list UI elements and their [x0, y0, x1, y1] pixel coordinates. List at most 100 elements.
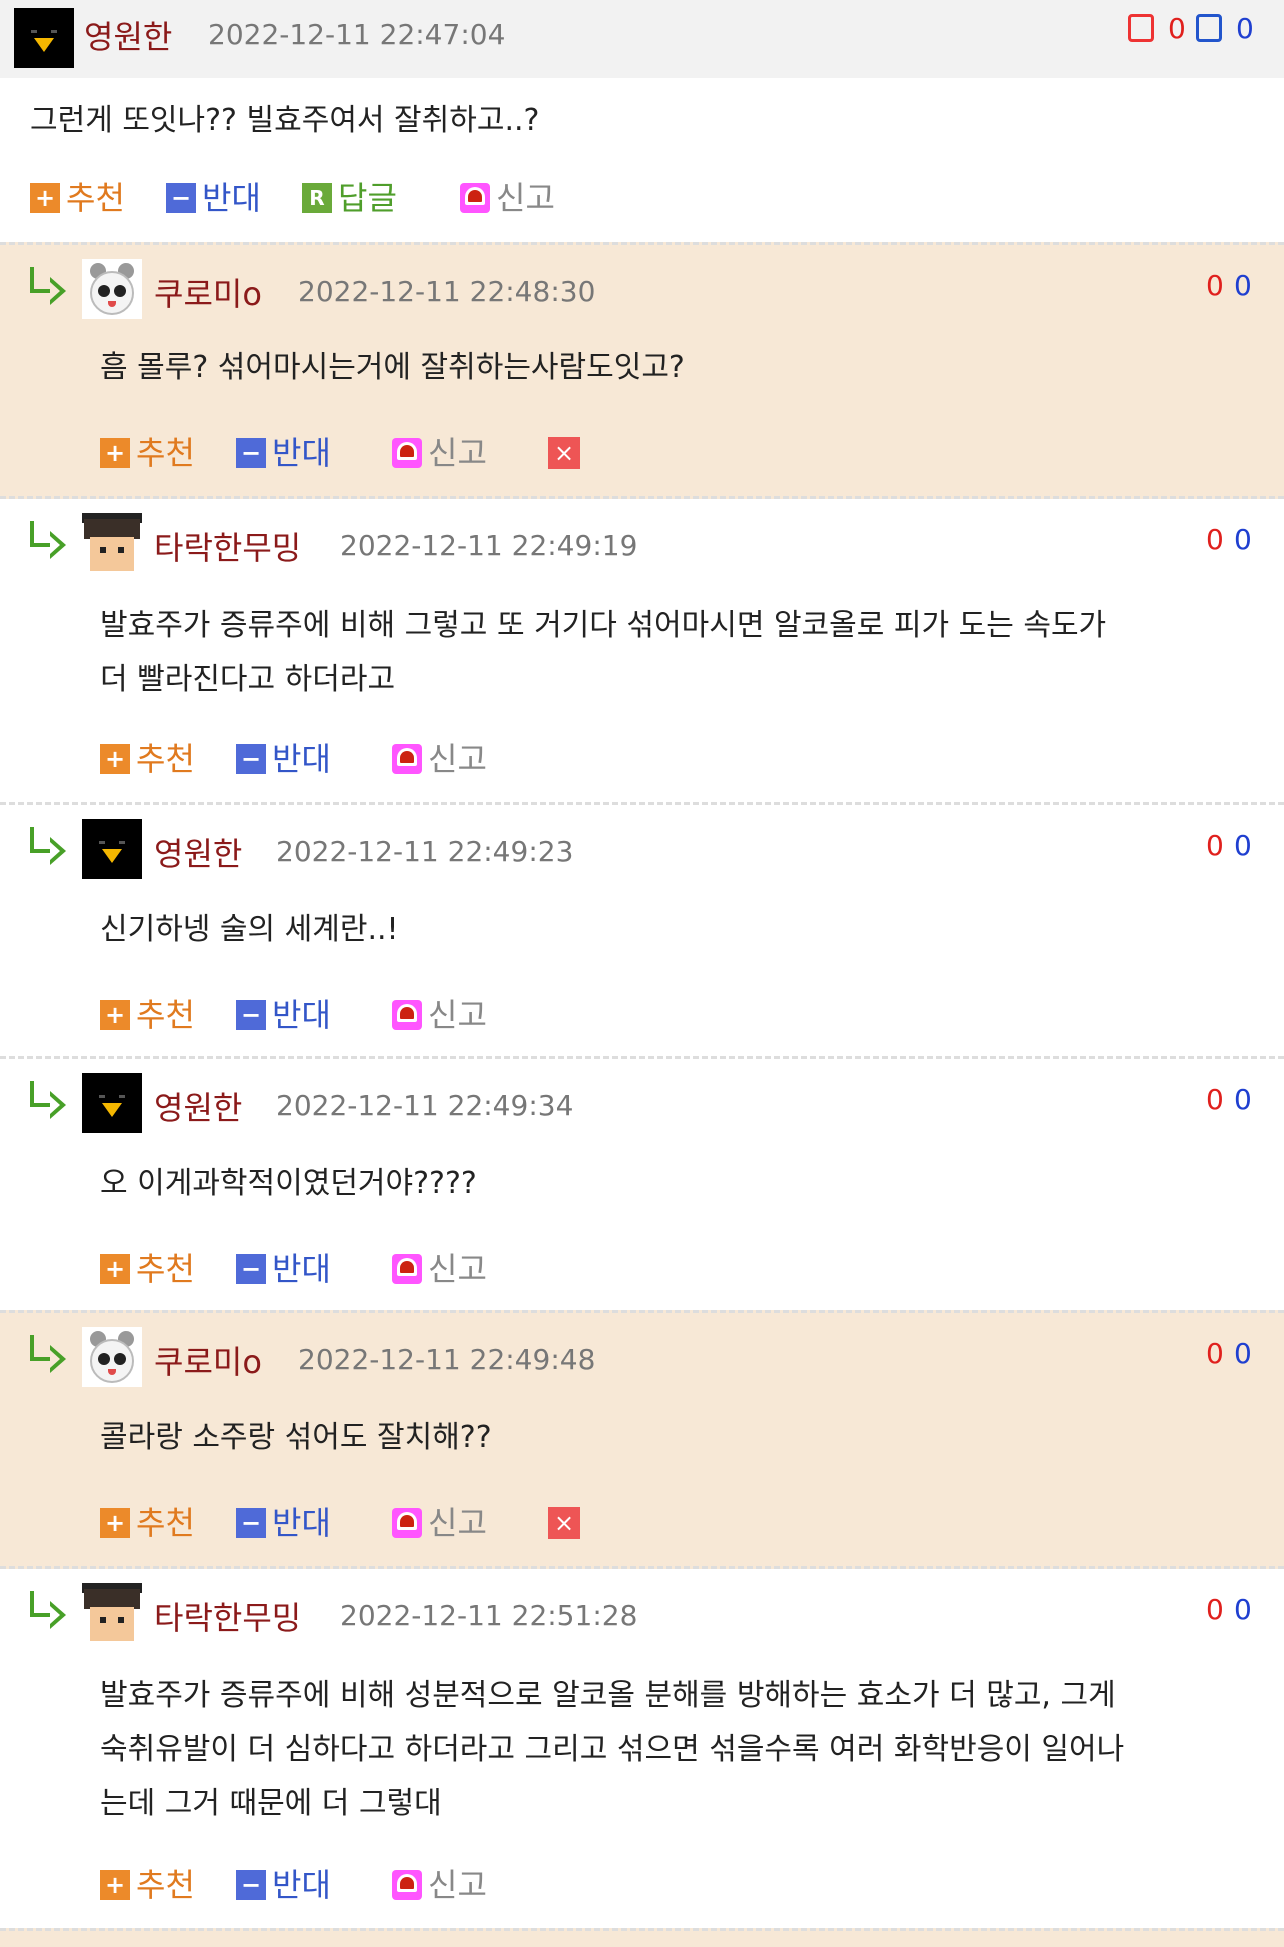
- oppose-button[interactable]: − 반대: [236, 1503, 331, 1543]
- oppose-button[interactable]: − 반대: [236, 739, 331, 779]
- plus-icon: +: [100, 1254, 130, 1284]
- upvote-count: 0: [1206, 269, 1224, 302]
- oppose-button[interactable]: − 반대: [236, 1865, 331, 1905]
- recommend-button[interactable]: + 추천: [30, 178, 125, 218]
- oppose-button[interactable]: − 반대: [236, 433, 331, 473]
- comment-header: 영원한 2022-12-11 22:47:04 0 0: [0, 0, 1284, 78]
- plus-icon: +: [100, 438, 130, 468]
- author-nickname[interactable]: 영원한: [84, 12, 172, 58]
- reply-icon: R: [302, 183, 332, 213]
- minus-icon: −: [236, 438, 266, 468]
- report-button[interactable]: 신고: [392, 1503, 487, 1543]
- reply-button[interactable]: R 답글: [302, 178, 397, 218]
- recommend-button[interactable]: + 추천: [100, 739, 195, 779]
- downvote-count: 0: [1234, 1337, 1252, 1370]
- upvote-count: 0: [1206, 1083, 1224, 1116]
- comment-text: 오 이게과학적이였던거야????: [100, 1166, 477, 1201]
- report-button[interactable]: 신고: [392, 433, 487, 473]
- avatar[interactable]: [82, 1073, 142, 1133]
- comment-date: 2022-12-11 22:49:23: [276, 835, 574, 868]
- minus-icon: −: [236, 744, 266, 774]
- downvote-count: 0: [1234, 269, 1252, 302]
- reply-item: 영원한 2022-12-11 22:49:34 0 0 오 이게과학적이였던거야…: [0, 1056, 1284, 1313]
- recommend-button[interactable]: + 추천: [100, 995, 195, 1035]
- comment-date: 2022-12-11 22:49:19: [340, 529, 638, 562]
- report-button[interactable]: 신고: [460, 178, 555, 218]
- author-nickname[interactable]: 영원한: [154, 1083, 242, 1129]
- delete-icon[interactable]: ×: [548, 1507, 580, 1539]
- oppose-button[interactable]: − 반대: [166, 178, 261, 218]
- reply-arrow-icon: [26, 827, 66, 865]
- report-button[interactable]: 신고: [392, 739, 487, 779]
- comment-text: 발효주가 증류주에 비해 성분적으로 알코올 분해를 방해하는 효소가 더 많고…: [100, 1678, 1125, 1821]
- comment-date: 2022-12-11 22:51:28: [340, 1599, 638, 1632]
- avatar[interactable]: [82, 1583, 142, 1643]
- report-button[interactable]: 신고: [392, 995, 487, 1035]
- plus-icon: +: [100, 744, 130, 774]
- downvote-count: 0: [1234, 1593, 1252, 1626]
- next-reply-edge: [0, 1928, 1284, 1947]
- thumbs-up-icon: [1128, 14, 1154, 42]
- reply-arrow-icon: [26, 267, 66, 305]
- minus-icon: −: [236, 1870, 266, 1900]
- minus-icon: −: [236, 1508, 266, 1538]
- avatar[interactable]: [82, 259, 142, 319]
- siren-icon: [392, 1508, 422, 1538]
- comment-text: 신기하넹 술의 세계란..!: [100, 912, 399, 947]
- minus-icon: −: [166, 183, 196, 213]
- avatar[interactable]: [82, 819, 142, 879]
- avatar[interactable]: [82, 1327, 142, 1387]
- comment-actions: + 추천 − 반대 신고 ×: [100, 1503, 600, 1543]
- author-nickname[interactable]: 쿠로미o: [154, 269, 262, 315]
- reply-item: 쿠로미o 2022-12-11 22:48:30 0 0 흠 몰루? 섞어마시는…: [0, 242, 1284, 499]
- comment-actions: + 추천 − 반대 신고: [100, 1865, 600, 1905]
- oppose-button[interactable]: − 반대: [236, 995, 331, 1035]
- oppose-button[interactable]: − 반대: [236, 1249, 331, 1289]
- plus-icon: +: [30, 183, 60, 213]
- author-nickname[interactable]: 쿠로미o: [154, 1337, 262, 1383]
- downvote-count: 0: [1234, 523, 1252, 556]
- recommend-button[interactable]: + 추천: [100, 1503, 195, 1543]
- downvote-count: 0: [1234, 1083, 1252, 1116]
- comment-list: 영원한 2022-12-11 22:47:04 0 0 그런게 또잇나?? 빌효…: [0, 0, 1284, 1947]
- recommend-button[interactable]: + 추천: [100, 1865, 195, 1905]
- upvote-count: 0: [1206, 829, 1224, 862]
- comment-date: 2022-12-11 22:47:04: [208, 18, 506, 51]
- comment-date: 2022-12-11 22:48:30: [298, 275, 596, 308]
- report-button[interactable]: 신고: [392, 1865, 487, 1905]
- comment-actions: + 추천 − 반대 신고: [100, 1249, 600, 1289]
- recommend-button[interactable]: + 추천: [100, 433, 195, 473]
- siren-icon: [392, 1870, 422, 1900]
- avatar[interactable]: [14, 8, 74, 68]
- recommend-button[interactable]: + 추천: [100, 1249, 195, 1289]
- reply-item: 영원한 2022-12-11 22:49:23 0 0 신기하넹 술의 세계란.…: [0, 802, 1284, 1059]
- reply-item: 타락한무밍 2022-12-11 22:51:28 0 0 발효주가 증류주에 …: [0, 1566, 1284, 1931]
- thumbs-down-icon: [1196, 14, 1222, 42]
- siren-icon: [392, 438, 422, 468]
- comment-actions: + 추천 − 반대 신고: [100, 995, 600, 1035]
- author-nickname[interactable]: 타락한무밍: [154, 1593, 301, 1639]
- reply-arrow-icon: [26, 521, 66, 559]
- plus-icon: +: [100, 1000, 130, 1030]
- comment-actions: + 추천 − 반대 신고: [100, 739, 600, 779]
- avatar[interactable]: [82, 513, 142, 573]
- minus-icon: −: [236, 1000, 266, 1030]
- plus-icon: +: [100, 1508, 130, 1538]
- comment-text: 흠 몰루? 섞어마시는거에 잘취하는사람도잇고?: [100, 350, 685, 385]
- comment-text: 콜라랑 소주랑 섞어도 잘치해??: [100, 1420, 492, 1455]
- upvote-count: 0: [1206, 1593, 1224, 1626]
- siren-icon: [392, 744, 422, 774]
- report-button[interactable]: 신고: [392, 1249, 487, 1289]
- minus-icon: −: [236, 1254, 266, 1284]
- delete-icon[interactable]: ×: [548, 437, 580, 469]
- downvote-count: 0: [1234, 829, 1252, 862]
- reply-item: 타락한무밍 2022-12-11 22:49:19 0 0 발효주가 증류주에 …: [0, 496, 1284, 805]
- upvote-count: 0: [1168, 12, 1186, 45]
- comment-actions: + 추천 − 반대 R 답글 신고: [30, 178, 590, 218]
- author-nickname[interactable]: 타락한무밍: [154, 523, 301, 569]
- siren-icon: [460, 183, 490, 213]
- upvote-count: 0: [1206, 1337, 1224, 1370]
- author-nickname[interactable]: 영원한: [154, 829, 242, 875]
- upvote-count: 0: [1206, 523, 1224, 556]
- plus-icon: +: [100, 1870, 130, 1900]
